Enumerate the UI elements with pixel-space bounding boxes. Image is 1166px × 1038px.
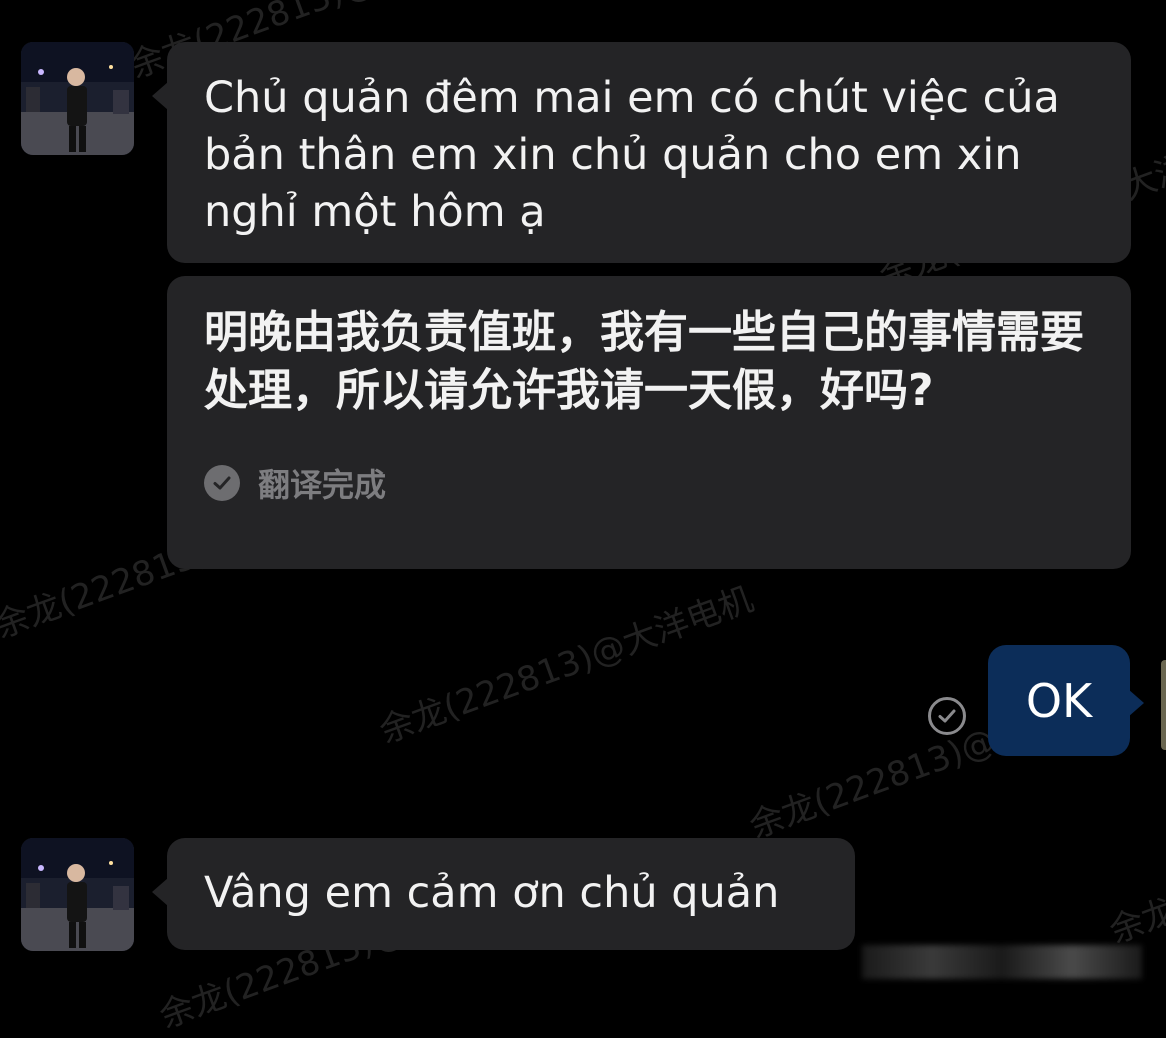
translation-status-label: 翻译完成 bbox=[258, 466, 387, 504]
avatar[interactable] bbox=[1161, 660, 1166, 750]
message-text: OK bbox=[1025, 673, 1093, 728]
obscured-region bbox=[862, 945, 1142, 979]
message-text: Chủ quản đêm mai em có chút việc của bản… bbox=[204, 73, 1060, 237]
incoming-message-bubble[interactable]: Vâng em cảm ơn chủ quản bbox=[152, 838, 855, 950]
message-text: Vâng em cảm ơn chủ quản bbox=[204, 868, 780, 918]
translation-status: 翻译完成 bbox=[204, 460, 1095, 506]
incoming-message-bubble[interactable]: Chủ quản đêm mai em có chút việc của bản… bbox=[152, 42, 1131, 263]
translation-text: 明晚由我负责值班，我有一些自己的事情需要处理，所以请允许我请一天假，好吗? bbox=[204, 307, 1084, 416]
outgoing-message-bubble[interactable]: OK bbox=[988, 645, 1144, 756]
watermark: 余龙(222813)@大洋电机 bbox=[1104, 779, 1166, 952]
translation-bubble[interactable]: 明晚由我负责值班，我有一些自己的事情需要处理，所以请允许我请一天假，好吗? 翻译… bbox=[167, 276, 1131, 569]
avatar[interactable] bbox=[21, 838, 134, 951]
avatar[interactable] bbox=[21, 42, 134, 155]
check-circle-icon bbox=[204, 465, 240, 501]
watermark: 余龙(222813)@大洋电机 bbox=[374, 579, 759, 752]
read-receipt-icon bbox=[928, 697, 966, 735]
